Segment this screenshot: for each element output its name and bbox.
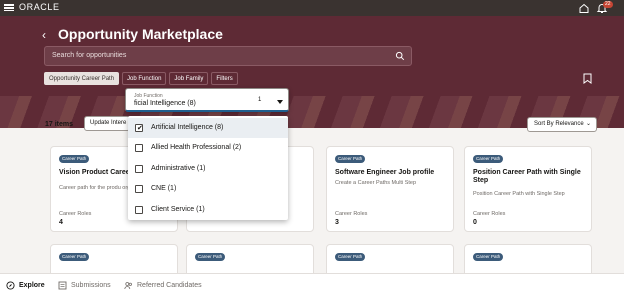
search-field[interactable]: Search for opportunities bbox=[44, 46, 412, 66]
card-description: Create a Career Paths Multi Step bbox=[335, 180, 417, 186]
caret-down-icon[interactable] bbox=[277, 100, 283, 104]
filter-chip-filters[interactable]: Filters bbox=[211, 72, 238, 85]
nav-explore[interactable]: Explore bbox=[6, 281, 45, 290]
notification-badge: 22 bbox=[603, 1, 613, 8]
filter-chip-job-function[interactable]: Job Function bbox=[122, 72, 167, 85]
nav-label: Submissions bbox=[71, 282, 111, 289]
hamburger-menu-icon[interactable] bbox=[4, 3, 14, 13]
career-roles-label: Career Roles bbox=[473, 211, 506, 217]
opportunity-card[interactable]: Career Path Software Engineer Job profil… bbox=[326, 146, 454, 232]
job-function-listbox: ✔ Artificial Intelligence (8) Allied Hea… bbox=[128, 116, 288, 220]
card-title: Position Career Path with Single Step bbox=[473, 169, 581, 184]
selection-count: 1 bbox=[258, 97, 262, 103]
filter-chips: Opportunity Career Path Job Function Job… bbox=[44, 72, 238, 85]
hero-banner: ‹ Opportunity Marketplace Search for opp… bbox=[0, 16, 624, 128]
job-function-label: Job Function bbox=[134, 93, 163, 99]
option-label: Allied Health Professional (2) bbox=[151, 144, 242, 151]
option-allied-health-professional[interactable]: Allied Health Professional (2) bbox=[128, 138, 288, 158]
career-path-tag: Career Path bbox=[59, 253, 90, 261]
option-label: Artificial Intelligence (8) bbox=[151, 124, 224, 131]
sort-select[interactable]: Sort By Relevance ⌄ bbox=[527, 117, 597, 132]
checkbox[interactable] bbox=[135, 144, 143, 152]
career-path-tag: Career Path bbox=[195, 253, 226, 261]
career-roles-value: 4 bbox=[59, 219, 63, 226]
career-path-tag: Career Path bbox=[473, 253, 504, 261]
filter-chip-career-path[interactable]: Opportunity Career Path bbox=[44, 72, 120, 85]
card-title: Software Engineer Job profile bbox=[335, 169, 435, 176]
back-arrow-icon[interactable]: ‹ bbox=[42, 28, 46, 42]
bookmark-icon[interactable] bbox=[583, 73, 592, 84]
checkbox[interactable] bbox=[135, 185, 143, 193]
compass-icon bbox=[6, 281, 15, 290]
career-roles-value: 0 bbox=[473, 219, 477, 226]
career-roles-value: 3 bbox=[335, 219, 339, 226]
option-label: Administrative (1) bbox=[151, 165, 206, 172]
users-icon bbox=[124, 282, 132, 290]
checkmark-icon: ✔ bbox=[137, 125, 143, 132]
bottom-nav: Explore Submissions Referred Candidates bbox=[0, 273, 624, 296]
option-client-service[interactable]: Client Service (1) bbox=[128, 200, 288, 220]
career-path-tag: Career Path bbox=[59, 155, 90, 163]
checkbox[interactable] bbox=[135, 165, 143, 173]
option-cne[interactable]: CNE (1) bbox=[128, 179, 288, 199]
checkbox-checked[interactable]: ✔ bbox=[135, 124, 143, 132]
job-function-select[interactable]: Job Function ficial Intelligence (8) 1 bbox=[125, 88, 289, 112]
nav-submissions[interactable]: Submissions bbox=[58, 281, 111, 290]
career-path-tag: Career Path bbox=[335, 155, 366, 163]
career-path-tag: Career Path bbox=[473, 155, 504, 163]
career-roles-label: Career Roles bbox=[59, 211, 92, 217]
option-administrative[interactable]: Administrative (1) bbox=[128, 159, 288, 179]
home-icon[interactable] bbox=[578, 2, 590, 14]
filter-chip-job-family[interactable]: Job Family bbox=[169, 72, 209, 85]
page-title: Opportunity Marketplace bbox=[58, 26, 223, 42]
option-artificial-intelligence[interactable]: ✔ Artificial Intelligence (8) bbox=[128, 118, 288, 138]
nav-label: Explore bbox=[19, 282, 45, 289]
sort-label: Sort By Relevance bbox=[534, 121, 584, 127]
job-function-value: ficial Intelligence (8) bbox=[134, 100, 196, 107]
list-icon bbox=[58, 281, 67, 290]
option-label: Client Service (1) bbox=[151, 206, 205, 213]
opportunity-card[interactable]: Career Path Position Career Path with Si… bbox=[464, 146, 592, 232]
career-path-tag: Career Path bbox=[335, 253, 366, 261]
items-count: 17 items bbox=[45, 121, 74, 128]
search-input[interactable]: Search for opportunities bbox=[52, 52, 126, 59]
nav-referred-candidates[interactable]: Referred Candidates bbox=[124, 281, 202, 290]
nav-label: Referred Candidates bbox=[137, 282, 202, 289]
option-label: CNE (1) bbox=[151, 185, 177, 192]
oracle-logo: ORACLE bbox=[19, 2, 60, 12]
search-icon[interactable] bbox=[395, 51, 405, 61]
checkbox[interactable] bbox=[135, 206, 143, 214]
top-bar: ORACLE 22 bbox=[0, 0, 624, 16]
update-interests-button[interactable]: Update Intere bbox=[84, 116, 130, 131]
chevron-down-icon: ⌄ bbox=[585, 121, 591, 127]
card-description: Position Career Path with Single Step bbox=[473, 191, 565, 197]
career-roles-label: Career Roles bbox=[335, 211, 368, 217]
